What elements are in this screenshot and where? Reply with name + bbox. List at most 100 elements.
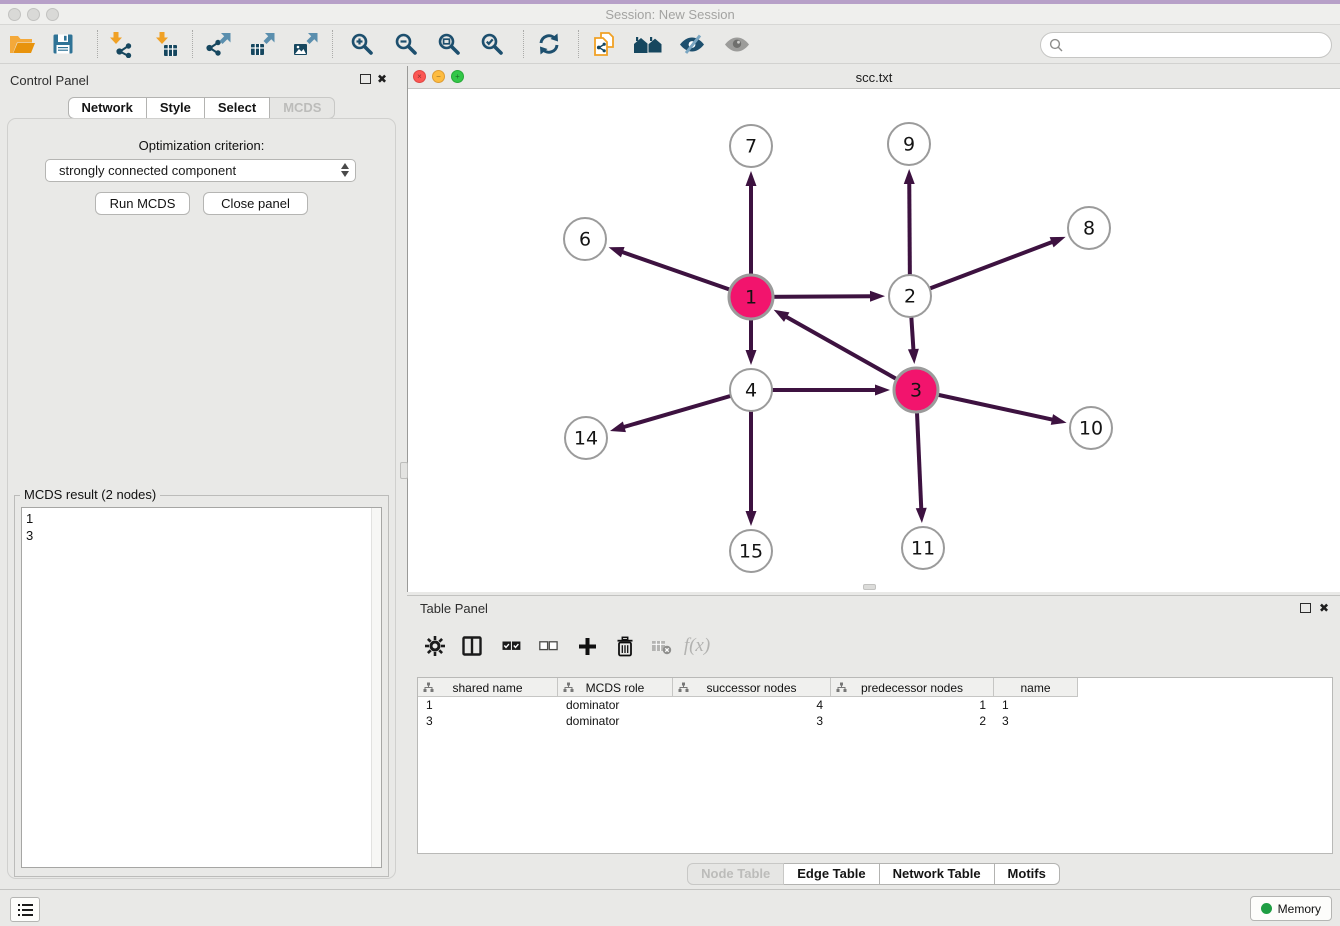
toolbar-separator: [332, 30, 333, 58]
column-header-label: name: [1020, 681, 1050, 695]
save-session-button[interactable]: [44, 27, 82, 61]
node-table-body: 1dominator4113dominator323: [418, 697, 1332, 729]
column-header-name[interactable]: name: [994, 678, 1078, 697]
import-network-button[interactable]: [100, 27, 138, 61]
columns-icon: [462, 636, 482, 656]
tab-network-table[interactable]: Network Table: [880, 863, 995, 885]
import-table-button[interactable]: [146, 27, 184, 61]
column-header-shared-name[interactable]: shared name: [418, 678, 558, 697]
zoom-out-button[interactable]: [387, 27, 425, 61]
edge-arrowhead: [916, 508, 927, 523]
edge-arrowhead: [875, 385, 890, 396]
column-header-mcds-role[interactable]: MCDS role: [558, 678, 673, 697]
close-panel-icon[interactable]: ✖: [377, 74, 387, 84]
zoom-in-button[interactable]: [343, 27, 381, 61]
import-network-icon: [106, 31, 133, 58]
column-header-predecessor-nodes[interactable]: predecessor nodes: [831, 678, 994, 697]
tab-mcds[interactable]: MCDS: [270, 97, 335, 119]
show-columns-button[interactable]: [455, 629, 489, 663]
float-table-panel-icon[interactable]: [1300, 603, 1311, 613]
table-cell: dominator: [558, 698, 673, 712]
show-hidden-button[interactable]: [718, 27, 756, 61]
table-cell: dominator: [558, 714, 673, 728]
network-graph-svg: 7968124314101511: [408, 89, 1340, 592]
edge-arrowhead: [746, 171, 757, 186]
tab-network[interactable]: Network: [68, 97, 147, 119]
table-cell: 3: [418, 714, 558, 728]
node-label-7: 7: [745, 136, 757, 158]
select-stepper-icon: [341, 163, 349, 177]
search-icon: [1049, 38, 1063, 52]
splitter-grip-horizontal[interactable]: [863, 584, 876, 590]
mcds-result-box[interactable]: 1 3: [21, 507, 382, 868]
node-label-11: 11: [911, 538, 935, 560]
control-panel-title: Control Panel: [10, 73, 89, 88]
mcds-result-text: 1 3: [26, 510, 33, 544]
add-column-button[interactable]: [570, 629, 604, 663]
duplicate-document-icon: [592, 31, 616, 57]
node-table-header: shared nameMCDS rolesuccessor nodesprede…: [418, 678, 1078, 697]
refresh-layout-button[interactable]: [530, 27, 568, 61]
zoom-out-icon: [394, 32, 418, 56]
control-panel-tabs: NetworkStyleSelectMCDS: [0, 97, 403, 119]
duplicate-network-button[interactable]: [585, 27, 623, 61]
edge-arrowhead: [870, 291, 885, 302]
zoom-selected-button[interactable]: [473, 27, 511, 61]
sort-hierarchy-icon: [423, 682, 434, 696]
node-label-15: 15: [739, 541, 763, 563]
search-input[interactable]: [1063, 38, 1313, 53]
close-table-panel-icon[interactable]: ✖: [1319, 603, 1329, 613]
network-window-titlebar: × − + scc.txt: [408, 66, 1340, 89]
tab-motifs[interactable]: Motifs: [995, 863, 1060, 885]
status-bar: Memory: [0, 889, 1340, 926]
table-row[interactable]: 3dominator323: [418, 713, 1332, 729]
main-toolbar: [0, 25, 1340, 64]
mcds-result-legend: MCDS result (2 nodes): [20, 487, 160, 502]
search-field[interactable]: [1040, 32, 1332, 58]
eye-icon: [724, 33, 750, 56]
houses-icon: [633, 32, 663, 56]
open-session-button[interactable]: [3, 27, 41, 61]
export-table-button[interactable]: [243, 27, 281, 61]
close-panel-button[interactable]: Close panel: [203, 192, 308, 215]
edge-arrowhead: [904, 169, 915, 184]
node-label-8: 8: [1083, 218, 1095, 240]
zoom-fit-button[interactable]: [430, 27, 468, 61]
deselect-all-rows-button[interactable]: [531, 629, 565, 663]
edge-arrowhead: [746, 511, 757, 526]
import-table-icon: [152, 31, 179, 58]
result-scrollbar[interactable]: [371, 508, 381, 867]
criterion-select[interactable]: strongly connected component: [45, 159, 356, 182]
select-all-rows-button[interactable]: [494, 629, 528, 663]
run-mcds-button[interactable]: Run MCDS: [95, 192, 190, 215]
checked-boxes-icon: [502, 641, 521, 651]
table-row[interactable]: 1dominator411: [418, 697, 1332, 713]
table-settings-button[interactable]: [418, 629, 452, 663]
tab-select[interactable]: Select: [205, 97, 270, 119]
edge-arrowhead: [609, 247, 625, 257]
delete-column-button[interactable]: [608, 629, 642, 663]
home-network-button[interactable]: [629, 27, 667, 61]
hide-selected-button[interactable]: [673, 27, 711, 61]
application-window: Session: New Session: [0, 0, 1340, 926]
function-builder-button[interactable]: f(x): [680, 629, 714, 663]
delete-table-button[interactable]: [644, 629, 678, 663]
tab-node-table[interactable]: Node Table: [687, 863, 784, 885]
zoom-in-icon: [350, 32, 374, 56]
column-header-successor-nodes[interactable]: successor nodes: [673, 678, 831, 697]
network-canvas[interactable]: 7968124314101511: [408, 89, 1340, 592]
export-image-button[interactable]: [286, 27, 324, 61]
optimization-criterion-label: Optimization criterion:: [8, 138, 395, 153]
tab-style[interactable]: Style: [147, 97, 205, 119]
export-network-button[interactable]: [199, 27, 237, 61]
table-cell: 1: [418, 698, 558, 712]
window-title: Session: New Session: [0, 7, 1340, 22]
memory-button[interactable]: Memory: [1250, 896, 1332, 921]
float-panel-icon[interactable]: [360, 74, 371, 84]
tab-edge-table[interactable]: Edge Table: [784, 863, 879, 885]
edge-2-8[interactable]: [910, 241, 1053, 296]
splitter-grip[interactable]: [400, 462, 408, 479]
save-icon: [51, 32, 75, 56]
task-history-button[interactable]: [10, 897, 40, 922]
unchecked-boxes-icon: [539, 641, 558, 651]
